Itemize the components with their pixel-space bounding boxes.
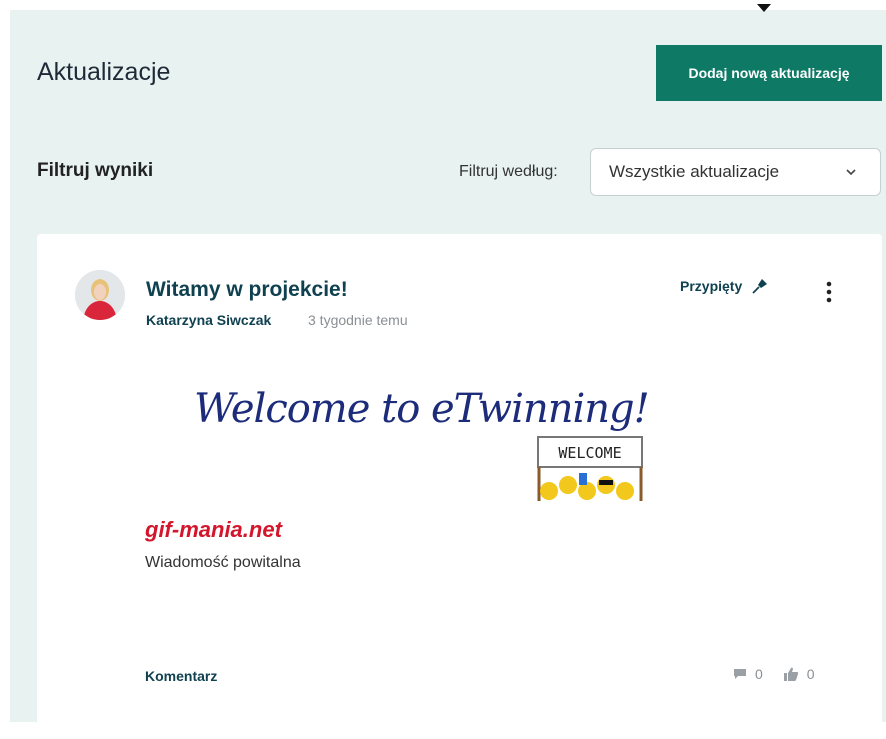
post-timestamp: 3 tygodnie temu [308,312,408,328]
pinned-label: Przypięty [680,278,743,294]
sign-text: WELCOME [558,444,621,462]
avatar[interactable] [75,270,125,320]
welcome-sign-image: WELCOME [537,436,643,501]
more-options-icon[interactable] [824,280,834,304]
comment-icon [734,669,746,679]
add-update-button[interactable]: Dodaj nową aktualizację [656,45,882,101]
filter-label: Filtruj według: [459,163,558,180]
update-card: Witamy w projekcie! Katarzyna Siwczak 3 … [37,234,882,727]
like-count-value: 0 [806,666,815,682]
filter-heading: Filtruj wyniki [37,160,154,181]
post-message: Wiadomość powitalna [145,554,301,571]
welcome-image-text: Welcome to eTwinning! [194,386,650,432]
filter-select-value: Wszystkie aktualizacje [609,162,780,181]
pin-icon [752,279,768,294]
post-stats: 0 0 [733,666,815,682]
comment-count[interactable]: 0 [733,666,763,682]
comment-link[interactable]: Komentarz [145,668,217,684]
gif-credit: gif-mania.net [145,517,282,542]
comment-count-value: 0 [755,666,763,682]
page-title: Aktualizacje [37,58,171,86]
thumbs-up-icon [783,667,798,681]
chevron-down-icon [846,169,856,176]
post-author[interactable]: Katarzyna Siwczak [146,312,271,328]
like-count[interactable]: 0 [783,666,815,682]
filter-select[interactable]: Wszystkie aktualizacje [590,148,881,196]
pinned-indicator: Przypięty [680,278,768,294]
scroll-arrow-icon [757,4,771,12]
post-title[interactable]: Witamy w projekcie! [146,278,348,302]
